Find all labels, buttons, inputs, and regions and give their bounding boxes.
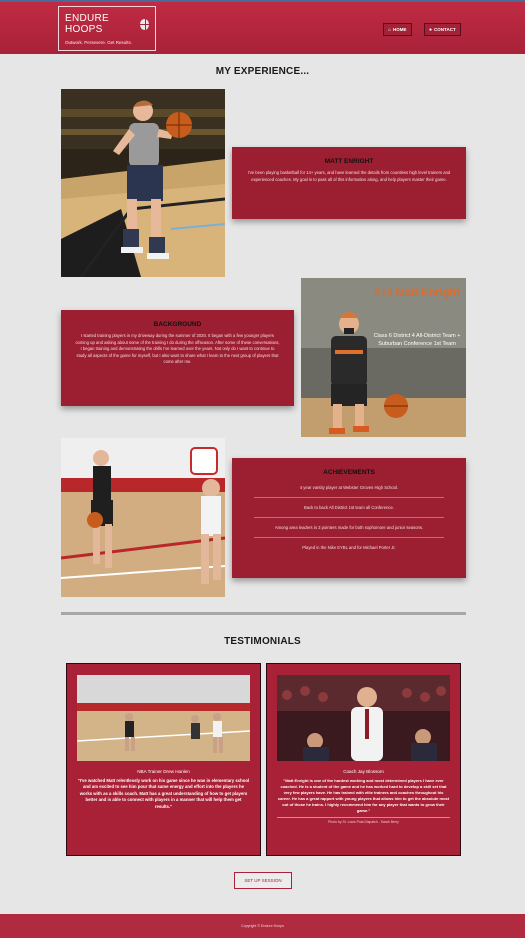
background-text: I started training players in my drivewa… [75,333,280,365]
practice-dribble-photo [61,438,225,597]
setup-session-button[interactable]: SET UP SESSION [234,872,292,889]
training-gym-photo [77,675,250,761]
all-district-poster: #13 Matt Enright Class 6 District 4 All-… [301,278,466,437]
list-item: Played in the Nike EYBL and for Michael … [302,545,396,550]
list-item: Back to back All District 1st team all C… [254,498,444,518]
basketball-icon [139,18,152,30]
divider [277,817,450,819]
footer: Copyright © Endure Hoops [0,914,525,938]
nav-home-button[interactable]: ⌂ HOME [383,23,412,36]
poster-caption: Class 6 District 4 All-District Team + S… [373,333,461,347]
home-icon: ⌂ [388,26,392,33]
nav-contact-button[interactable]: ● CONTACT [424,23,461,36]
brand-name: ENDURE HOOPS [65,13,110,35]
testimonials-heading: TESTIMONIALS [224,636,301,647]
experience-heading: MY EXPERIENCE... [215,66,310,77]
logo[interactable]: ENDURE HOOPS Outwork. Persevere. Get Res… [58,6,156,51]
copyright-text: Copyright © Endure Hoops [240,924,284,928]
nav-home-label: HOME [393,27,407,32]
testimonial-quote: "I've watched Matt relentlessly work on … [77,778,250,809]
achievements-list: 4 year varsity player at Webster Groves … [232,476,466,557]
list-item: 4 year varsity player at Webster Groves … [254,478,444,498]
section-divider [61,612,466,615]
bio-title: MATT ENRIGHT [324,158,374,165]
background-title: BACKGROUND [153,321,202,328]
brand-tagline: Outwork. Persevere. Get Results. [65,40,133,45]
list-item: Among area leaders in 3 pointers made fo… [254,518,444,538]
photo-credit: Photo by St. Louis Post-Dispatch - Sarah… [328,820,399,825]
testimonial-card-hanlen: NBA Trainer Drew Hanlen "I've watched Ma… [66,663,261,856]
coach-sideline-photo [277,675,450,761]
bio-card: MATT ENRIGHT I've been playing basketbal… [232,147,466,219]
poster-headline: #13 Matt Enright [374,287,460,299]
top-navbar: ENDURE HOOPS Outwork. Persevere. Get Res… [0,0,525,54]
background-card: BACKGROUND I started training players in… [61,310,294,406]
nav-contact-label: CONTACT [434,27,456,32]
player-shooting-photo [61,89,225,277]
bio-text: I've been playing basketball for 14+ yea… [247,170,451,182]
achievements-card: ACHIEVEMENTS 4 year varsity player at We… [232,458,466,578]
testimonial-card-blossom: Coach Jay Blossom "Matt Enright is one o… [266,663,461,856]
achievements-title: ACHIEVEMENTS [323,469,375,476]
person-icon: ● [429,26,433,33]
testimonial-quote: "Matt Enright is one of the hardest work… [277,778,450,813]
